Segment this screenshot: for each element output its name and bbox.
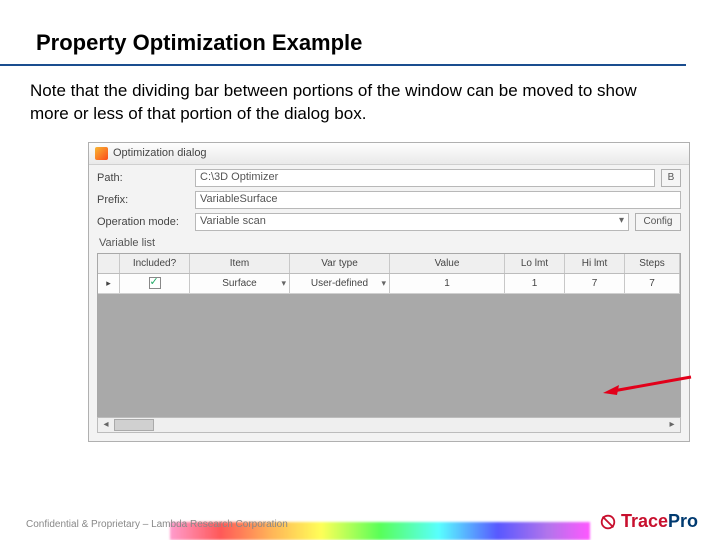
horizontal-scrollbar[interactable]: ◂ ▸ — [97, 417, 681, 433]
dialog-title: Optimization dialog — [113, 147, 207, 159]
opmode-select[interactable]: Variable scan — [195, 213, 629, 231]
slide-title: Property Optimization Example — [0, 0, 686, 66]
row-handle[interactable] — [98, 274, 120, 293]
browse-button[interactable]: B — [661, 169, 681, 187]
tracepro-logo: TracePro — [593, 509, 704, 534]
value-cell[interactable]: 1 — [390, 274, 505, 293]
table-row[interactable]: Surface User-defined 1 1 7 7 — [98, 274, 680, 294]
col-hilmt: Hi lmt — [565, 254, 625, 273]
steps-cell[interactable]: 7 — [625, 274, 680, 293]
scroll-thumb[interactable] — [114, 419, 154, 431]
included-checkbox[interactable] — [120, 274, 190, 293]
prefix-label: Prefix: — [97, 194, 189, 206]
slide-note: Note that the dividing bar between porti… — [0, 66, 720, 136]
col-value: Value — [390, 254, 505, 273]
confidential-text: Confidential & Proprietary – Lambda Rese… — [26, 519, 288, 530]
prefix-field[interactable]: VariableSurface — [195, 191, 681, 209]
lolmt-cell[interactable]: 1 — [505, 274, 565, 293]
scroll-left-icon[interactable]: ◂ — [98, 419, 114, 430]
col-included: Included? — [120, 254, 190, 273]
slide-footer: Confidential & Proprietary – Lambda Rese… — [0, 506, 720, 540]
variable-list-tab[interactable]: Variable list — [89, 231, 689, 249]
optimization-dialog: Optimization dialog Path: C:\3D Optimize… — [88, 142, 690, 442]
grid-header: Included? Item Var type Value Lo lmt Hi … — [98, 254, 680, 274]
col-lolmt: Lo lmt — [505, 254, 565, 273]
opmode-label: Operation mode: — [97, 216, 189, 228]
dialog-titlebar: Optimization dialog — [89, 143, 689, 165]
hilmt-cell[interactable]: 7 — [565, 274, 625, 293]
item-cell[interactable]: Surface — [190, 274, 290, 293]
logo-text: TracePro — [621, 511, 698, 532]
col-rowhandle — [98, 254, 120, 273]
path-label: Path: — [97, 172, 189, 184]
vartype-cell[interactable]: User-defined — [290, 274, 390, 293]
col-steps: Steps — [625, 254, 680, 273]
col-item: Item — [190, 254, 290, 273]
variable-grid: Included? Item Var type Value Lo lmt Hi … — [97, 253, 681, 423]
config-button[interactable]: Config — [635, 213, 681, 231]
scroll-right-icon[interactable]: ▸ — [664, 419, 680, 430]
col-vartype: Var type — [290, 254, 390, 273]
app-icon — [95, 147, 108, 160]
logo-mark-icon — [599, 513, 617, 531]
path-field[interactable]: C:\3D Optimizer — [195, 169, 655, 187]
